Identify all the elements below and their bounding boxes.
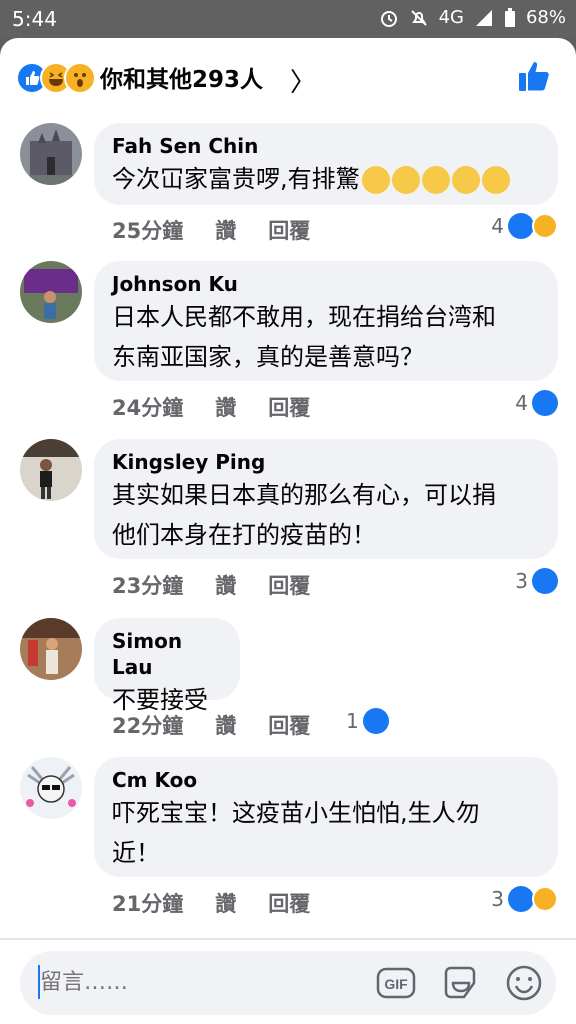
sad-emoji-icon [421, 166, 450, 194]
reply-link[interactable]: 回覆 [268, 570, 310, 600]
like-reaction-icon [532, 568, 558, 594]
sticker-icon[interactable] [440, 963, 482, 1005]
status-icons: 4G 68% [379, 7, 566, 28]
comment-actions: 21分鐘 讚 回覆 [112, 888, 310, 918]
comment-text-line: 日本人民都不敢用，现在捐给台湾和 [112, 303, 496, 331]
comment-bubble[interactable]: Cm Koo 吓死宝宝！这疫苗小生怕怕,生人勿 近！ [94, 757, 558, 877]
comment-author[interactable]: Fah Sen Chin [112, 133, 538, 159]
comment-text-line: 东南亚国家，真的是善意吗？ [112, 343, 424, 371]
chevron-right-icon: 〉 [290, 68, 317, 98]
reaction-stack [16, 62, 100, 94]
comment-author[interactable]: Cm Koo [112, 767, 538, 793]
comment-text-line: 他们本身在打的疫苗的！ [112, 521, 376, 549]
reactions-header[interactable]: 你和其他293人 〉 [0, 38, 576, 114]
comment-time: 23分鐘 [112, 574, 184, 598]
comment-actions: 25分鐘 讚 回覆 [112, 215, 310, 245]
haha-reaction-icon [532, 886, 558, 912]
comment-reactions[interactable]: 3 [491, 886, 558, 912]
reaction-count: 3 [491, 887, 504, 911]
status-bar: 5:44 4G 68% [0, 0, 576, 38]
comment-actions: 23分鐘 讚 回覆 [112, 570, 310, 600]
haha-reaction-icon [532, 213, 558, 239]
reaction-count: 3 [515, 569, 528, 593]
avatar[interactable] [20, 757, 82, 819]
comment-actions: 22分鐘 讚 回覆 [112, 710, 310, 740]
reply-link[interactable]: 回覆 [268, 215, 310, 245]
comment-time: 25分鐘 [112, 219, 184, 243]
comment-input[interactable] [38, 969, 342, 996]
comment-author[interactable]: Simon Lau [112, 628, 220, 680]
comment-text-line: 吓死宝宝！这疫苗小生怕怕,生人勿 [112, 799, 480, 827]
like-reaction-icon [508, 213, 534, 239]
comment-item: Johnson Ku 日本人民都不敢用，现在捐给台湾和 东南亚国家，真的是善意吗… [0, 261, 576, 431]
comment-reactions[interactable]: 4 [515, 390, 558, 416]
gif-icon[interactable]: GIF [376, 963, 416, 1003]
reply-link[interactable]: 回覆 [268, 710, 310, 740]
comment-item: Fah Sen Chin 今次冚家富贵啰,有排驚 25分鐘 讚 回覆 4 [0, 123, 576, 263]
comment-time: 21分鐘 [112, 892, 184, 916]
like-link[interactable]: 讚 [215, 570, 236, 600]
comment-item: Kingsley Ping 其实如果日本真的那么有心，可以捐 他们本身在打的疫苗… [0, 439, 576, 609]
like-link[interactable]: 讚 [215, 888, 236, 918]
composer-divider [0, 938, 576, 940]
reply-link[interactable]: 回覆 [268, 888, 310, 918]
like-button-icon[interactable] [516, 58, 552, 94]
reaction-count: 4 [491, 214, 504, 238]
comment-text-content: 今次冚家富贵啰,有排驚 [112, 165, 360, 193]
comment-author[interactable]: Kingsley Ping [112, 449, 538, 475]
like-reaction-icon [532, 390, 558, 416]
like-reaction-icon [362, 708, 389, 734]
comment-text: 今次冚家富贵啰,有排驚 [112, 159, 538, 199]
comment-reactions[interactable]: 1 [346, 708, 389, 734]
like-link[interactable]: 讚 [215, 710, 236, 740]
avatar[interactable] [20, 123, 82, 185]
reply-link[interactable]: 回覆 [268, 392, 310, 422]
reaction-count: 4 [515, 391, 528, 415]
comment-time: 24分鐘 [112, 396, 184, 420]
comment-reactions[interactable]: 4 [491, 213, 558, 239]
avatar[interactable] [20, 618, 82, 680]
signal-icon [475, 9, 492, 26]
mute-icon [410, 9, 427, 26]
network-label: 4G [438, 7, 464, 28]
comment-author[interactable]: Johnson Ku [112, 271, 538, 297]
comments-sheet: 你和其他293人 〉 Fah Sen Chin 今次冚家富贵啰,有排驚 25分鐘… [0, 38, 576, 1024]
comment-actions: 24分鐘 讚 回覆 [112, 392, 310, 422]
sad-emoji-icon [481, 166, 510, 194]
like-link[interactable]: 讚 [215, 392, 236, 422]
like-reaction-icon [508, 886, 534, 912]
comment-time: 22分鐘 [112, 714, 184, 738]
comment-composer: GIF [20, 951, 556, 1015]
avatar[interactable] [20, 261, 82, 323]
comment-bubble[interactable]: Simon Lau 不要接受 [94, 618, 240, 714]
like-link[interactable]: 讚 [215, 215, 236, 245]
comment-reactions[interactable]: 3 [515, 568, 558, 594]
sad-emoji-icon [391, 166, 420, 194]
sad-emoji-icon [451, 166, 480, 194]
comment-text-line: 近！ [112, 839, 160, 867]
avatar[interactable] [20, 439, 82, 501]
status-time: 5:44 [12, 7, 57, 31]
comment-item: Cm Koo 吓死宝宝！这疫苗小生怕怕,生人勿 近！ 21分鐘 讚 回覆 3 [0, 757, 576, 927]
comment-bubble[interactable]: Kingsley Ping 其实如果日本真的那么有心，可以捐 他们本身在打的疫苗… [94, 439, 558, 559]
sad-emoji-icon [361, 166, 390, 194]
alarm-icon [380, 10, 397, 27]
battery-label: 68% [525, 7, 566, 28]
emoji-icon[interactable] [504, 963, 544, 1003]
wow-reaction-icon [64, 62, 96, 94]
comment-text-line: 其实如果日本真的那么有心，可以捐 [112, 481, 496, 509]
battery-icon [504, 7, 515, 27]
comment-item: Simon Lau 不要接受 22分鐘 讚 回覆 1 [0, 618, 576, 748]
comment-bubble[interactable]: Johnson Ku 日本人民都不敢用，现在捐给台湾和 东南亚国家，真的是善意吗… [94, 261, 558, 381]
header-title: 你和其他293人 [100, 67, 264, 93]
reaction-count: 1 [346, 709, 359, 733]
comment-bubble[interactable]: Fah Sen Chin 今次冚家富贵啰,有排驚 [94, 123, 558, 205]
gif-label: GIF [384, 976, 408, 992]
